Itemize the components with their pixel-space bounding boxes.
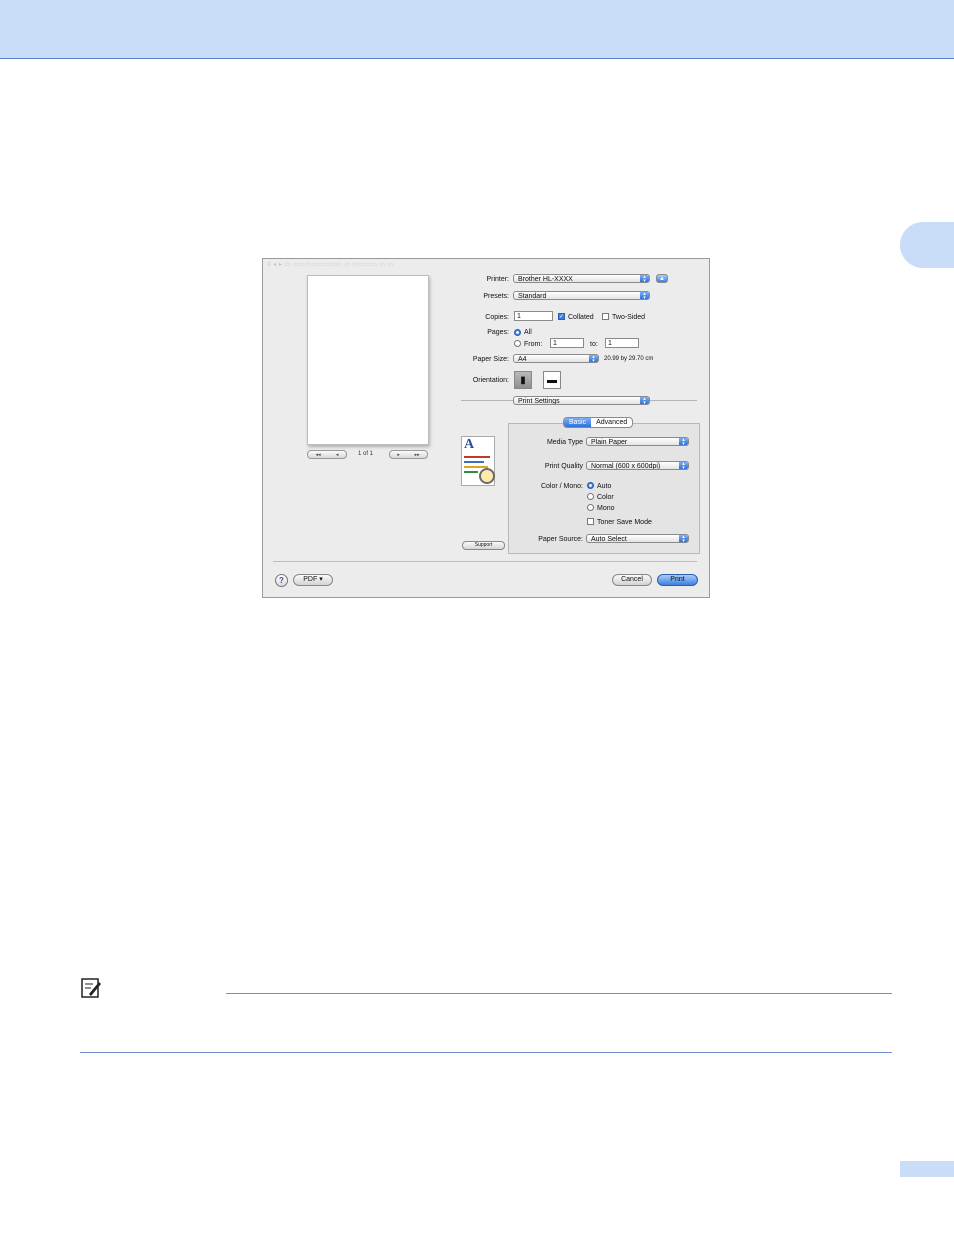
pages-all-label: All: [524, 329, 532, 336]
pages-from-radio[interactable]: [514, 340, 521, 347]
paper-source-value: Auto Select: [591, 536, 627, 543]
color-auto-radio[interactable]: [587, 482, 594, 489]
popup-arrows-icon: ▴ ▾: [679, 438, 688, 445]
note-pencil-icon: [80, 977, 102, 999]
note-top-rule: [226, 993, 892, 994]
color-auto-label: Auto: [597, 483, 612, 490]
two-sided-label: Two-Sided: [612, 314, 646, 321]
ghost-title-bar: ≡ ◂ ▸ ▭ ▭▭▭▭▭▭▭▭ ▭ ▭▭▭▭ ▭ ▭: [267, 262, 395, 268]
paper-size-popup[interactable]: A4 ▴ ▾: [513, 354, 599, 363]
pages-from-field[interactable]: 1: [550, 338, 584, 348]
copies-field[interactable]: 1: [514, 311, 553, 321]
media-type-value: Plain Paper: [591, 439, 628, 446]
color-mono-radio[interactable]: [587, 504, 594, 511]
portrait-icon[interactable]: ▮: [514, 371, 532, 389]
pages-from-label: From:: [524, 341, 543, 348]
paper-size-label: Paper Size:: [472, 356, 509, 363]
orientation-label: Orientation:: [472, 377, 509, 384]
preview-forward-buttons[interactable]: ▸ ▸▸: [389, 450, 428, 459]
print-dialog: ≡ ◂ ▸ ▭ ▭▭▭▭▭▭▭▭ ▭ ▭▭▭▭ ▭ ▭ ◂◂ ◂ 1 of 1 ▸…: [262, 258, 710, 598]
presets-label: Presets:: [483, 293, 509, 300]
pages-to-label: to:: [590, 341, 598, 348]
pages-to-field[interactable]: 1: [605, 338, 639, 348]
presets-value: Standard: [518, 293, 547, 300]
media-type-label: Media Type: [546, 439, 583, 446]
cancel-button[interactable]: Cancel: [612, 574, 652, 586]
dialog-top-row: ≡ ◂ ▸ ▭ ▭▭▭▭▭▭▭▭ ▭ ▭▭▭▭ ▭ ▭: [263, 259, 709, 271]
landscape-icon[interactable]: ▬: [543, 371, 561, 389]
color-mono-option-label: Mono: [597, 505, 615, 512]
tab-segment: Basic Advanced: [563, 417, 634, 428]
page-header-band: [0, 0, 954, 59]
copies-label: Copies:: [485, 314, 509, 321]
tab-advanced[interactable]: Advanced: [591, 418, 632, 427]
bottom-separator: [273, 561, 697, 562]
two-sided-checkbox[interactable]: [602, 313, 609, 320]
pages-all-radio[interactable]: [514, 329, 521, 336]
paper-dimensions: 20.99 by 29.70 cm: [604, 356, 654, 362]
collated-label: Collated: [568, 314, 594, 321]
paper-size-value: A4: [518, 356, 527, 363]
paper-source-popup[interactable]: Auto Select ▴ ▾: [586, 534, 689, 543]
print-quality-value: Normal (600 x 600dpi): [591, 463, 661, 470]
toner-save-checkbox[interactable]: [587, 518, 594, 525]
note-bottom-rule: [80, 1052, 892, 1053]
print-button[interactable]: Print: [657, 574, 698, 586]
collated-checkbox[interactable]: ✓: [558, 313, 565, 320]
popup-arrows-icon: ▴ ▾: [640, 292, 649, 299]
popup-arrows-icon: ▴ ▾: [640, 275, 649, 282]
separator-right: [650, 400, 697, 401]
color-color-radio[interactable]: [587, 493, 594, 500]
toner-save-label: Toner Save Mode: [597, 519, 652, 526]
preview-page-count: 1 of 1: [358, 451, 374, 457]
media-type-popup[interactable]: Plain Paper ▴ ▾: [586, 437, 689, 446]
popup-arrows-icon: ▴ ▾: [679, 462, 688, 469]
tab-basic[interactable]: Basic: [564, 418, 592, 427]
preview-back-buttons[interactable]: ◂◂ ◂: [307, 450, 347, 459]
paper-source-label: Paper Source:: [538, 536, 583, 543]
printer-popup[interactable]: Brother HL-XXXX ▴ ▾: [513, 274, 650, 283]
pages-label: Pages:: [487, 329, 509, 336]
color-mono-label: Color / Mono:: [540, 483, 583, 490]
chapter-tab: [900, 222, 954, 268]
help-icon[interactable]: ?: [275, 574, 288, 587]
printer-label: Printer:: [486, 276, 509, 283]
page-number-tab: [900, 1161, 954, 1177]
presets-popup[interactable]: Standard ▴ ▾: [513, 291, 650, 300]
printer-value: Brother HL-XXXX: [518, 276, 573, 283]
print-quality-popup[interactable]: Normal (600 x 600dpi) ▴ ▾: [586, 461, 689, 470]
print-preview-page: [307, 275, 429, 445]
panel-menu-value: Print Settings: [518, 398, 560, 405]
separator-left: [461, 400, 513, 401]
panel-menu-popup[interactable]: Print Settings ▴ ▾: [513, 396, 650, 405]
popup-arrows-icon: ▴ ▾: [679, 535, 688, 542]
color-color-label: Color: [597, 494, 614, 501]
brother-logo-icon: A: [461, 436, 495, 486]
popup-arrows-icon: ▴ ▾: [589, 355, 598, 362]
printer-eject-icon[interactable]: ▲: [656, 274, 668, 283]
popup-arrows-icon: ▴ ▾: [640, 397, 649, 404]
pdf-button[interactable]: PDF ▾: [293, 574, 333, 586]
print-quality-label: Print Quality: [544, 463, 583, 470]
support-button[interactable]: Support: [462, 541, 505, 550]
